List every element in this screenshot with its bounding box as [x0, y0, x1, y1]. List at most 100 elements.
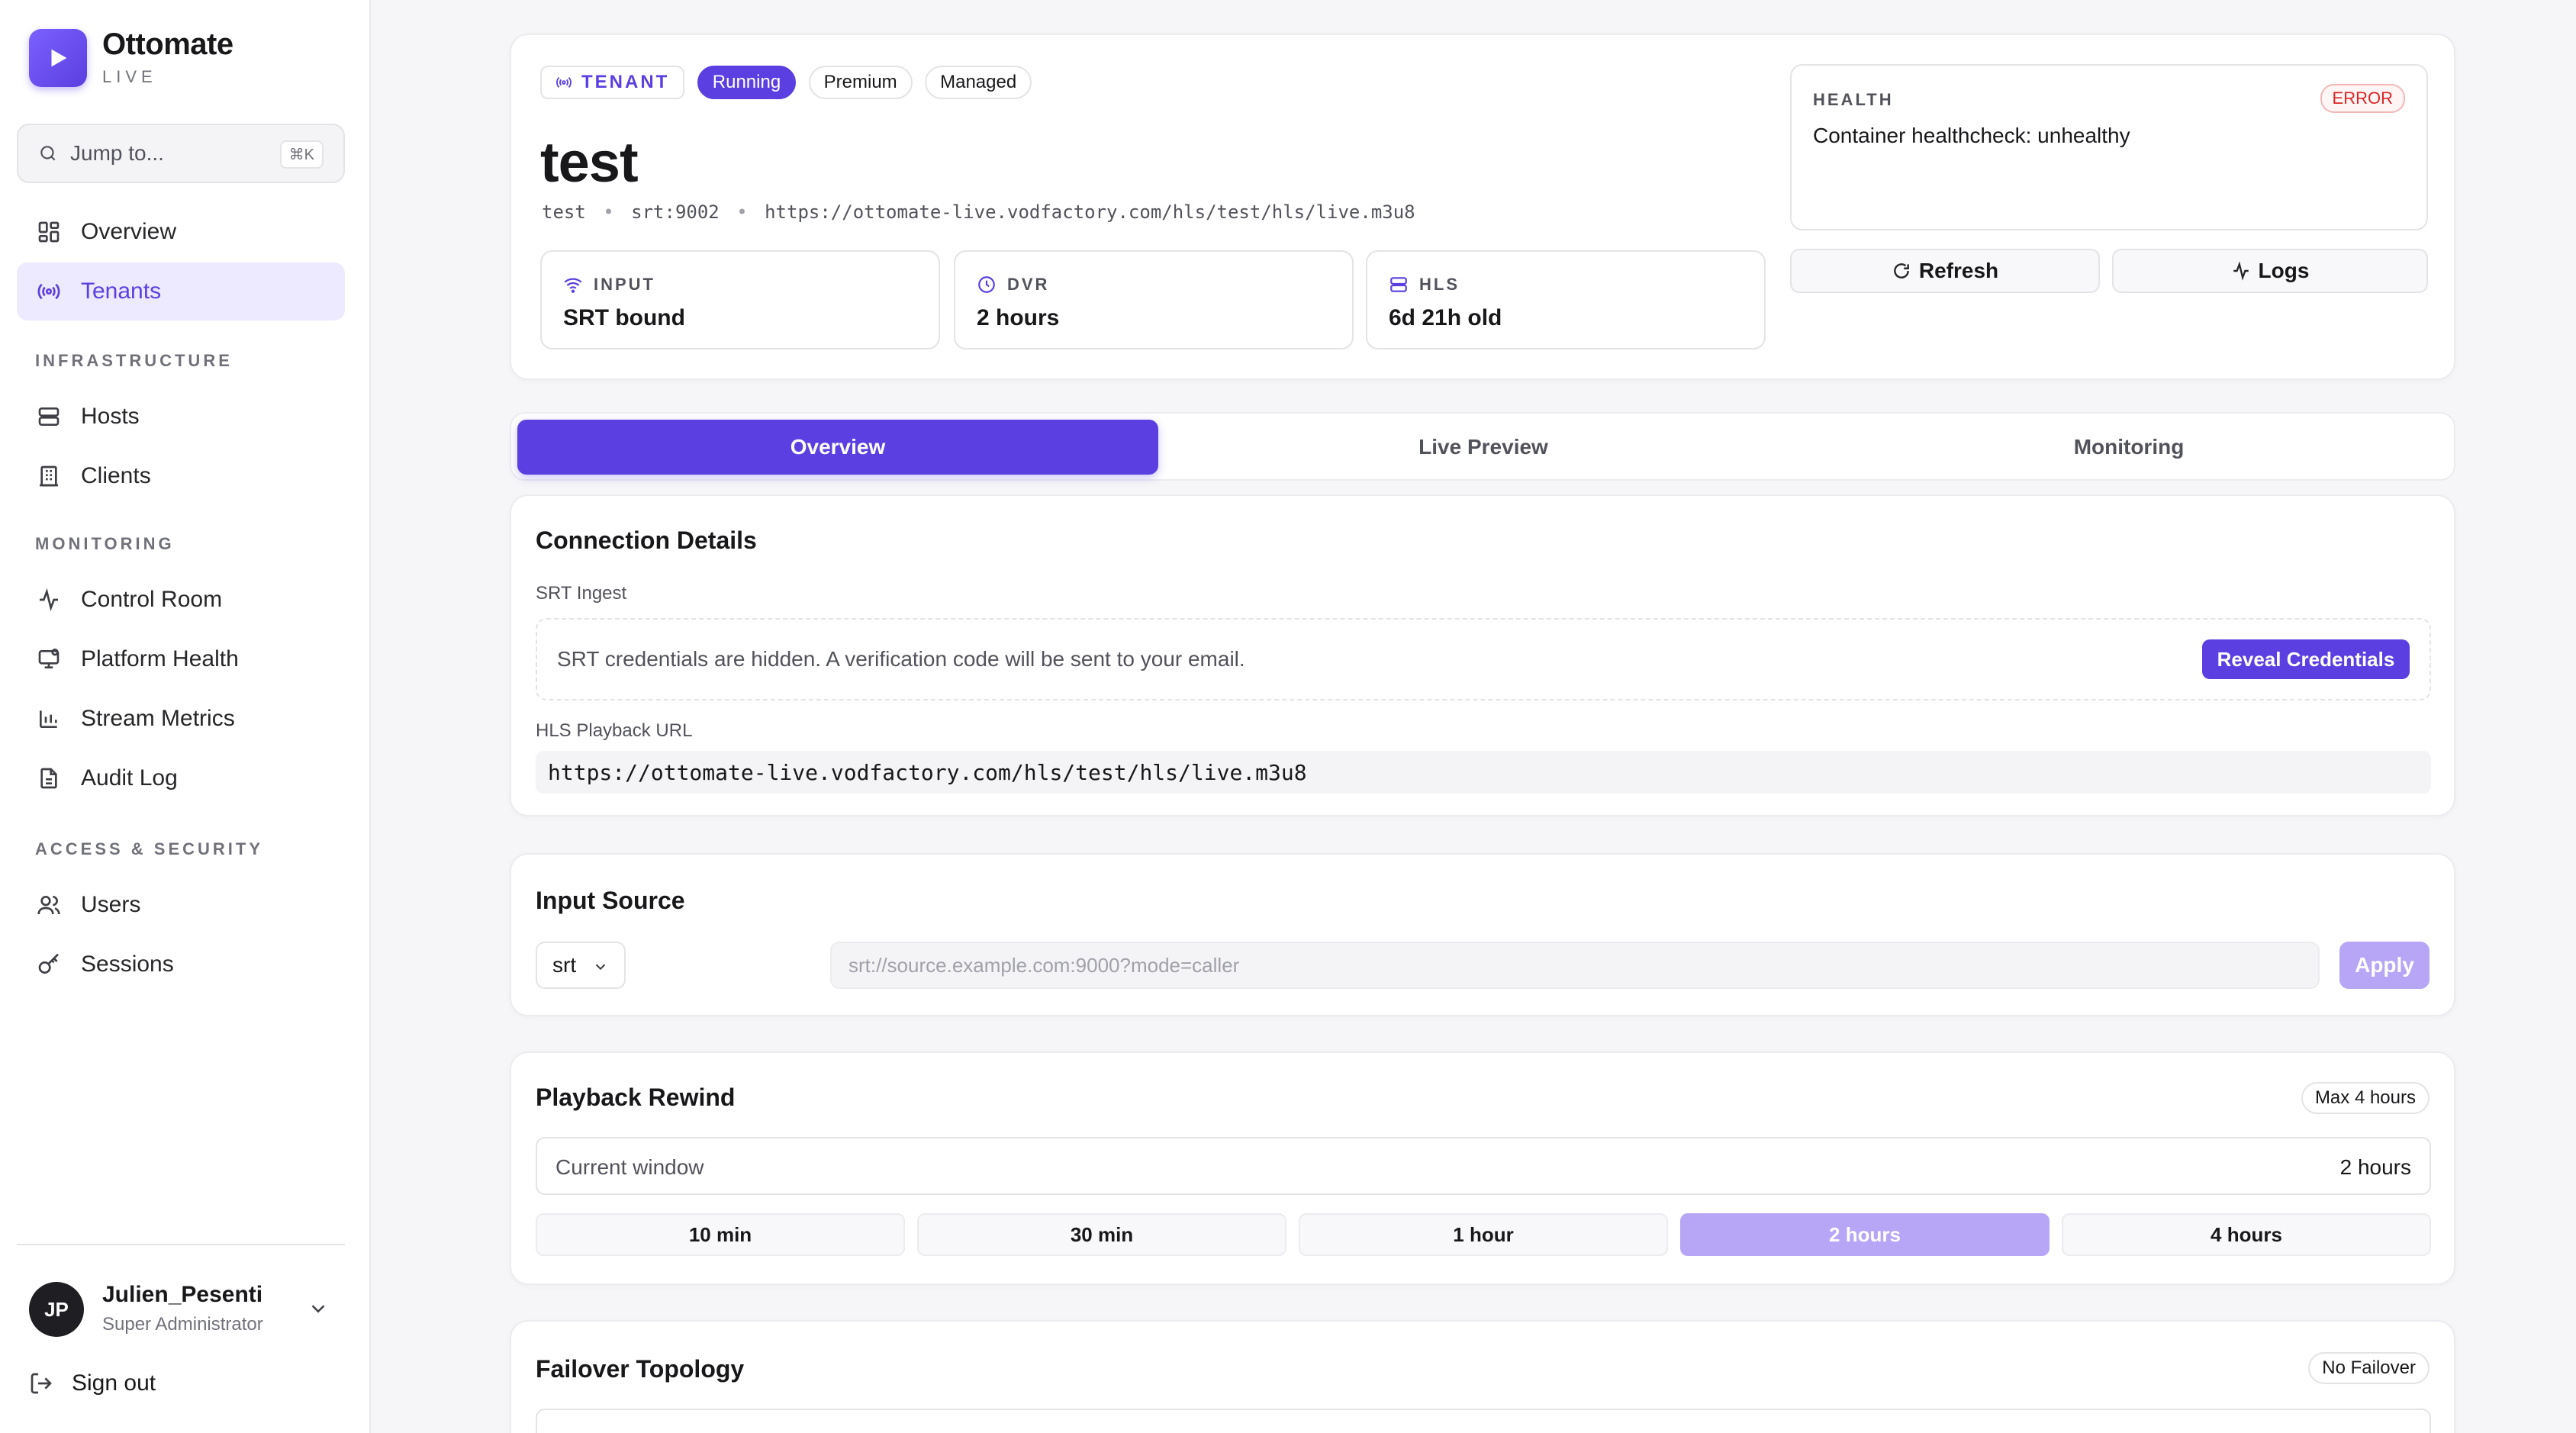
failover-topology-card: Failover Topology No Failover [510, 1320, 2455, 1433]
sidebar-item-tenants[interactable]: Tenants [17, 262, 345, 320]
clock-icon [978, 276, 995, 293]
sidebar-item-control-room[interactable]: Control Room [17, 571, 345, 629]
reveal-credentials-button[interactable]: Reveal Credentials [2202, 639, 2410, 679]
current-window-value: 2 hours [2339, 1155, 2411, 1179]
current-window-box: Current window 2 hours [536, 1137, 2431, 1195]
protocol-select[interactable]: srt [536, 942, 626, 989]
hls-url-field[interactable]: https://ottomate-live.vodfactory.com/hls… [536, 751, 2431, 794]
stat-input-label: INPUT [594, 275, 655, 294]
connection-details-card: Connection Details SRT Ingest SRT creden… [510, 494, 2455, 816]
stat-dvr-value: 2 hours [977, 305, 1060, 330]
sidebar-item-label: Platform Health [81, 646, 239, 671]
srt-credentials-box: SRT credentials are hidden. A verificati… [536, 618, 2431, 700]
logo-play-icon[interactable] [29, 29, 87, 87]
tab-bar: Overview Live Preview Monitoring [510, 412, 2455, 481]
tenant-badge-label: TENANT [581, 72, 670, 92]
refresh-label: Refresh [1918, 259, 1999, 282]
sidebar-item-label: Stream Metrics [81, 706, 235, 731]
sidebar-item-label: Tenants [81, 279, 162, 304]
rewind-option-10min[interactable]: 10 min [536, 1213, 905, 1256]
chevron-down-icon[interactable] [307, 1297, 330, 1324]
sidebar-item-label: Sessions [81, 952, 174, 977]
failover-title: Failover Topology [536, 1355, 745, 1383]
protocol-value: srt [552, 953, 577, 977]
log-out-icon [31, 1373, 52, 1394]
broadcast-icon [35, 278, 63, 305]
stat-dvr: DVR 2 hours [954, 250, 1354, 349]
tenant-port: srt:9002 [631, 201, 720, 223]
mode-badge: Managed [925, 66, 1032, 99]
health-message: Container healthcheck: unhealthy [1813, 124, 2130, 147]
stat-input: INPUT SRT bound [540, 250, 940, 349]
bar-chart-icon [35, 705, 63, 733]
stat-input-value: SRT bound [563, 305, 685, 330]
sidebar-item-stream-metrics[interactable]: Stream Metrics [17, 690, 345, 748]
tenant-url[interactable]: https://ottomate-live.vodfactory.com/hls… [765, 201, 1415, 223]
logs-button[interactable]: Logs [2112, 249, 2428, 293]
sidebar-item-label: Users [81, 892, 141, 917]
user-role: Super Administrator [102, 1314, 263, 1335]
nav-section-infrastructure: INFRASTRUCTURE [35, 351, 233, 370]
current-window-label: Current window [555, 1155, 704, 1179]
sidebar-divider [17, 1244, 345, 1245]
health-error-badge: ERROR [2320, 84, 2405, 113]
sidebar-item-hosts[interactable]: Hosts [17, 388, 345, 446]
sidebar-item-clients[interactable]: Clients [17, 447, 345, 505]
sidebar-item-platform-health[interactable]: Platform Health [17, 630, 345, 688]
avatar[interactable]: JP [29, 1282, 84, 1337]
apply-button[interactable]: Apply [2339, 942, 2429, 989]
failover-content-box [536, 1409, 2431, 1433]
rewind-option-1hour[interactable]: 1 hour [1299, 1213, 1668, 1256]
tenant-meta: test • srt:9002 • https://ottomate-live.… [542, 201, 1415, 223]
tab-overview[interactable]: Overview [517, 420, 1158, 475]
sidebar-item-users[interactable]: Users [17, 876, 345, 934]
jump-to-search[interactable]: Jump to... ⌘K [17, 124, 345, 183]
input-source-title: Input Source [536, 887, 685, 914]
rewind-title: Playback Rewind [536, 1084, 736, 1111]
activity-icon [2233, 261, 2249, 281]
sidebar-item-audit-log[interactable]: Audit Log [17, 749, 345, 807]
rewind-option-4hours[interactable]: 4 hours [2062, 1213, 2431, 1256]
stat-hls: HLS 6d 21h old [1366, 250, 1766, 349]
logs-label: Logs [2258, 259, 2310, 282]
wifi-icon [564, 278, 582, 293]
user-name: Julien_Pesenti [102, 1282, 263, 1307]
tenant-badge: TENANT [540, 66, 685, 99]
server-icon [35, 403, 63, 430]
page-title: test [540, 130, 639, 194]
nav-section-monitoring: MONITORING [35, 534, 175, 553]
broadcast-icon [556, 76, 572, 89]
tab-live-preview[interactable]: Live Preview [1163, 420, 1804, 475]
refresh-icon [1894, 263, 1909, 279]
source-url-input[interactable]: srt://source.example.com:9000?mode=calle… [830, 942, 2320, 989]
tab-monitoring[interactable]: Monitoring [1808, 420, 2449, 475]
search-placeholder: Jump to... [70, 141, 164, 165]
credentials-hidden-message: SRT credentials are hidden. A verificati… [557, 647, 1245, 671]
connection-title: Connection Details [536, 527, 757, 554]
sidebar-item-sessions[interactable]: Sessions [17, 935, 345, 993]
brand-name: Ottomate [102, 27, 233, 61]
stat-hls-value: 6d 21h old [1389, 305, 1502, 330]
sidebar-item-label: Audit Log [81, 765, 178, 791]
grid-icon [35, 218, 63, 246]
health-label: HEALTH [1813, 90, 1894, 109]
key-icon [35, 951, 63, 978]
refresh-button[interactable]: Refresh [1790, 249, 2100, 293]
brand-subtitle: LIVE [102, 67, 157, 86]
status-badge: Running [697, 66, 797, 99]
rewind-option-2hours[interactable]: 2 hours [1680, 1213, 2050, 1256]
sign-out-button[interactable]: Sign out [29, 1370, 156, 1396]
chevron-down-icon [595, 964, 606, 971]
failover-badge: No Failover [2308, 1352, 2429, 1384]
tier-badge: Premium [808, 66, 913, 99]
sidebar-item-label: Control Room [81, 587, 223, 612]
server-icon [1390, 277, 1407, 292]
rewind-option-30min[interactable]: 30 min [917, 1213, 1286, 1256]
badge-row: TENANT Running Premium Managed [540, 66, 1041, 99]
input-source-card: Input Source srt srt://source.example.co… [510, 853, 2455, 1016]
tenant-id: test [542, 201, 586, 223]
sidebar-item-overview[interactable]: Overview [17, 203, 345, 261]
srt-ingest-label: SRT Ingest [536, 583, 627, 604]
activity-icon [35, 586, 63, 613]
hls-url-label: HLS Playback URL [536, 720, 693, 741]
